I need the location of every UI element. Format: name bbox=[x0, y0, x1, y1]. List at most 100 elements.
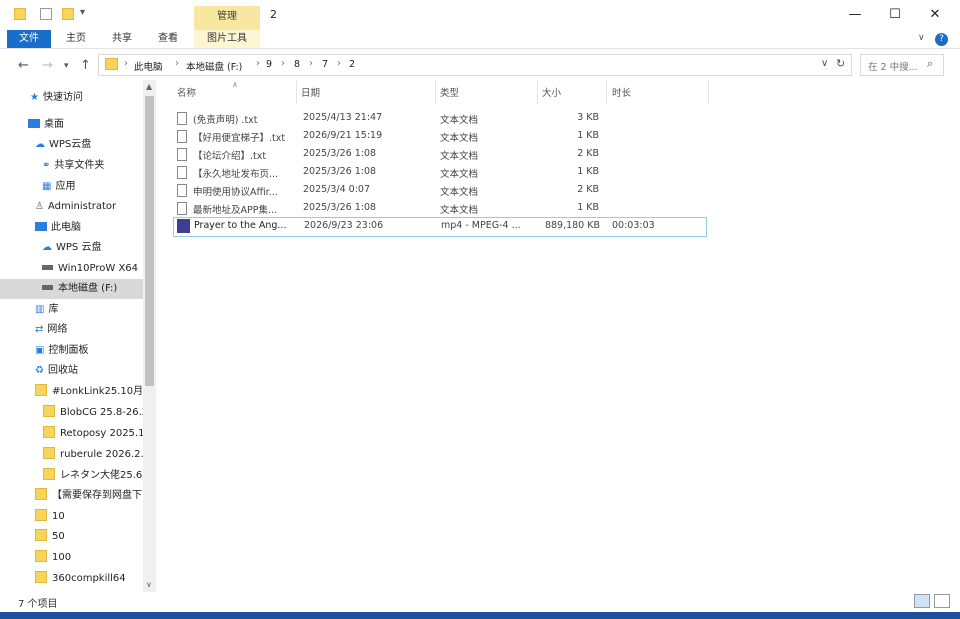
file-row[interactable]: 【论坛介绍】.txt 2025/3/26 1:08 文本文档 2 KB bbox=[173, 146, 705, 164]
nav-item-folder[interactable]: 【需要保存到网盘下 bbox=[35, 486, 143, 506]
nav-item-folder[interactable]: 100 bbox=[35, 548, 71, 568]
quick-access-dropdown-icon[interactable]: ▾ bbox=[80, 7, 85, 18]
chevron-right-icon[interactable]: › bbox=[281, 58, 285, 69]
column-header-duration[interactable]: 时长 bbox=[612, 84, 631, 104]
folder-icon bbox=[35, 550, 47, 562]
file-type: mp4 - MPEG-4 ... bbox=[441, 220, 521, 231]
search-input[interactable]: 在 2 中搜... ⌕ bbox=[860, 54, 944, 76]
file-row[interactable]: 申明使用协议Affir... 2025/3/4 0:07 文本文档 2 KB bbox=[173, 182, 705, 200]
share-icon: ⚭ bbox=[42, 160, 51, 171]
window-title: 2 bbox=[270, 8, 277, 21]
nav-item-folder[interactable]: レネタン大佬25.6 bbox=[43, 466, 143, 486]
minimize-button[interactable]: — bbox=[835, 5, 875, 25]
column-divider[interactable] bbox=[435, 80, 436, 104]
nav-item-folder[interactable]: 50 bbox=[35, 527, 65, 547]
address-bar[interactable]: › 此电脑 › 本地磁盘 (F:) › 9 › 8 › 7 › 2 ∨ ↻ bbox=[98, 54, 852, 76]
chevron-right-icon[interactable]: › bbox=[309, 58, 313, 69]
folder-icon bbox=[43, 468, 55, 480]
collapse-ribbon-icon[interactable]: ∨ bbox=[918, 33, 925, 43]
scroll-down-icon[interactable]: ∨ bbox=[146, 580, 152, 589]
close-button[interactable]: ✕ bbox=[915, 5, 955, 25]
column-divider[interactable] bbox=[296, 80, 297, 104]
nav-item-wps-cloud-2[interactable]: ☁ WPS 云盘 bbox=[42, 238, 101, 258]
nav-item-control-panel[interactable]: ▣ 控制面板 bbox=[35, 341, 88, 361]
nav-item-wps-cloud[interactable]: ☁ WPS云盘 bbox=[35, 135, 91, 155]
refresh-icon[interactable]: ↻ bbox=[836, 57, 845, 70]
back-icon[interactable]: ← bbox=[18, 58, 29, 73]
cloud-icon: ☁ bbox=[42, 242, 52, 253]
column-divider[interactable] bbox=[606, 80, 607, 104]
column-header-size[interactable]: 大小 bbox=[542, 84, 561, 104]
column-header-date[interactable]: 日期 bbox=[301, 84, 320, 104]
column-header-name[interactable]: 名称 bbox=[177, 84, 196, 104]
chevron-right-icon[interactable]: › bbox=[175, 58, 179, 69]
properties-icon[interactable] bbox=[40, 8, 52, 20]
tab-view[interactable]: 查看 bbox=[148, 30, 188, 48]
new-folder-icon[interactable] bbox=[62, 8, 74, 20]
file-row-selected[interactable]: Prayer to the Ang... 2026/9/23 23:06 mp4… bbox=[173, 217, 707, 237]
nav-item-network[interactable]: ⇄ 网络 bbox=[35, 320, 67, 340]
nav-item-recycle-bin[interactable]: ♻ 回收站 bbox=[35, 361, 78, 381]
breadcrumb-9[interactable]: 9 bbox=[266, 59, 272, 70]
text-file-icon bbox=[177, 166, 187, 179]
nav-item-folder[interactable]: 360compkill64 bbox=[35, 569, 126, 589]
nav-item-local-disk-f[interactable]: 本地磁盘 (F:) bbox=[0, 279, 143, 299]
user-icon: ♙ bbox=[35, 201, 44, 212]
file-type: 文本文档 bbox=[440, 133, 479, 144]
nav-item-apps[interactable]: ▦ 应用 bbox=[42, 177, 75, 197]
tab-home[interactable]: 主页 bbox=[56, 30, 96, 48]
column-divider[interactable] bbox=[708, 80, 709, 104]
tab-picture-tools[interactable]: 图片工具 bbox=[194, 30, 260, 48]
file-row[interactable]: 【好用便宜梯子】.txt 2026/9/21 15:19 文本文档 1 KB bbox=[173, 128, 705, 146]
forward-icon[interactable]: → bbox=[42, 58, 53, 73]
nav-item-quick-access[interactable]: ★ 快速访问 bbox=[30, 88, 83, 108]
file-date: 2025/3/26 1:08 bbox=[303, 166, 377, 177]
nav-item-administrator[interactable]: ♙ Administrator bbox=[35, 197, 116, 217]
scroll-up-icon[interactable]: ▲ bbox=[146, 82, 152, 91]
tab-file[interactable]: 文件 bbox=[7, 30, 51, 48]
text-file-icon bbox=[177, 148, 187, 161]
column-header-type[interactable]: 类型 bbox=[440, 84, 459, 104]
nav-scrollbar-thumb[interactable] bbox=[145, 96, 154, 386]
tab-share[interactable]: 共享 bbox=[102, 30, 142, 48]
help-icon[interactable]: ? bbox=[935, 33, 948, 46]
file-row[interactable]: (免责声明) .txt 2025/4/13 21:47 文本文档 3 KB bbox=[173, 110, 705, 128]
file-row[interactable]: 【永久地址发布页... 2025/3/26 1:08 文本文档 1 KB bbox=[173, 164, 705, 182]
file-name: (免责声明) .txt bbox=[193, 115, 258, 126]
file-name: 最新地址及APP集... bbox=[193, 205, 278, 216]
breadcrumb-this-pc[interactable]: 此电脑 bbox=[134, 59, 163, 73]
text-file-icon bbox=[177, 112, 187, 125]
nav-item-shared-folder[interactable]: ⚭ 共享文件夹 bbox=[42, 156, 104, 176]
up-icon[interactable]: ↑ bbox=[80, 58, 91, 73]
large-icons-view-icon[interactable] bbox=[934, 594, 950, 608]
recent-locations-icon[interactable]: ▾ bbox=[64, 61, 69, 71]
nav-item-folder[interactable]: ruberule 2026.2.1 bbox=[43, 445, 143, 465]
nav-item-folder[interactable]: BlobCG 25.8-26.2 bbox=[43, 403, 143, 423]
maximize-button[interactable]: ☐ bbox=[875, 5, 915, 25]
manage-context-tab[interactable]: 管理 bbox=[194, 6, 260, 30]
breadcrumb-drive[interactable]: 本地磁盘 (F:) bbox=[186, 59, 242, 73]
nav-item-folder[interactable]: #LonkLink25.10月 bbox=[35, 382, 143, 402]
nav-item-folder[interactable]: 10 bbox=[35, 507, 65, 527]
nav-item-system-drive[interactable]: Win10ProW X64 bbox=[42, 259, 138, 279]
file-row[interactable]: 最新地址及APP集... 2025/3/26 1:08 文本文档 1 KB bbox=[173, 200, 705, 218]
sort-ascending-icon: ∧ bbox=[232, 80, 238, 89]
file-size: 3 KB bbox=[577, 112, 599, 123]
breadcrumb-8[interactable]: 8 bbox=[294, 59, 300, 70]
nav-item-library[interactable]: ▥ 库 bbox=[35, 300, 58, 320]
nav-item-desktop[interactable]: 桌面 bbox=[28, 115, 64, 135]
details-view-icon[interactable] bbox=[914, 594, 930, 608]
desktop-icon bbox=[28, 119, 40, 128]
nav-item-this-pc[interactable]: 此电脑 bbox=[35, 218, 81, 238]
computer-icon bbox=[35, 222, 47, 231]
network-icon: ⇄ bbox=[35, 324, 44, 335]
address-dropdown-icon[interactable]: ∨ bbox=[821, 58, 828, 69]
chevron-right-icon[interactable]: › bbox=[337, 58, 341, 69]
chevron-right-icon[interactable]: › bbox=[256, 58, 260, 69]
breadcrumb-7[interactable]: 7 bbox=[322, 59, 328, 70]
nav-item-folder[interactable]: Retoposy 2025.1 bbox=[43, 424, 143, 444]
breadcrumb-2[interactable]: 2 bbox=[349, 59, 355, 70]
column-divider[interactable] bbox=[537, 80, 538, 104]
control-panel-icon: ▣ bbox=[35, 345, 45, 356]
chevron-right-icon[interactable]: › bbox=[124, 58, 128, 69]
